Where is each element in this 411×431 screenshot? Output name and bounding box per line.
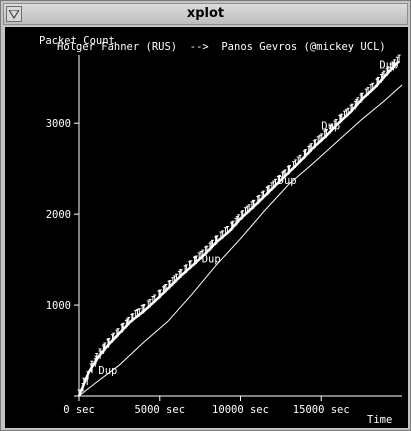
packet-plot[interactable]: Packet Count Holger Fahner (RUS) --> Pan… — [5, 27, 408, 428]
x-tick-label: 5000 sec — [134, 404, 185, 416]
y-tick-label: 2000 — [46, 209, 71, 221]
x-tick-label: 0 sec — [63, 404, 95, 416]
ack-line — [78, 84, 403, 397]
data-series-group — [77, 54, 403, 398]
x-axis-label: Time — [367, 414, 392, 426]
x-tick-label: 10000 sec — [212, 404, 269, 416]
y-tick-label: 3000 — [46, 118, 71, 130]
xplot-window: xplot Packet Count Holger Fahner (RUS) -… — [0, 0, 411, 431]
y-tick-label: 1000 — [46, 300, 71, 312]
dup-annotation: Dup — [278, 175, 297, 187]
x-tick-group: 0 sec 5000 sec 10000 sec 15000 sec — [63, 396, 350, 416]
dup-annotation: Dup — [321, 121, 340, 133]
dup-annotation: Dup — [379, 60, 398, 72]
plot-axes — [74, 55, 402, 397]
window-title: xplot — [186, 6, 225, 21]
x-tick-label: 15000 sec — [293, 404, 350, 416]
y-tick-group: 1000 2000 3000 — [46, 118, 79, 312]
title-bar[interactable]: xplot — [3, 3, 408, 25]
dup-annotation: Dup — [98, 365, 117, 377]
plot-header: Holger Fahner (RUS) --> Panos Gevros (@m… — [57, 41, 386, 53]
dup-annotation: Dup — [202, 253, 221, 265]
packet-band — [77, 60, 400, 397]
plot-area[interactable]: Packet Count Holger Fahner (RUS) --> Pan… — [5, 27, 408, 428]
